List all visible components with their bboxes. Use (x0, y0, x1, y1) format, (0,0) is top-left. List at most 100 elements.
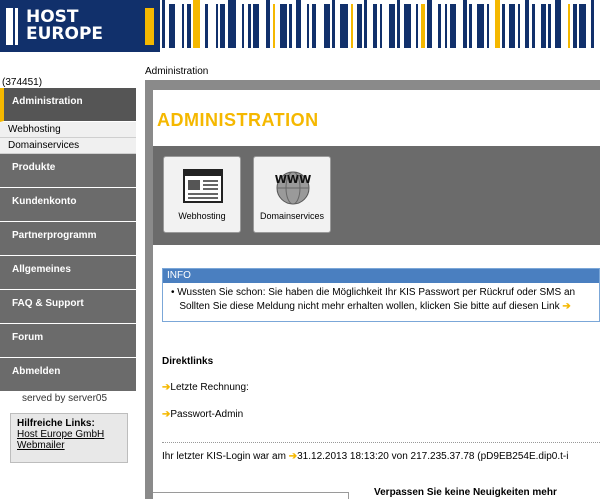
info-text-line2: Sollten Sie diese Meldung nicht mehr erh… (179, 301, 560, 312)
barcode-stripe (541, 4, 546, 48)
sidebar-nav: Administration Webhosting Domainservices… (0, 88, 136, 392)
served-by-text: served by server05 (22, 393, 108, 404)
barcode-stripe (340, 4, 348, 48)
user-id: (374451) (2, 77, 43, 88)
barcode-stripe (502, 4, 505, 48)
barcode-stripe (266, 0, 270, 48)
barcode-stripe (445, 4, 447, 48)
barcode-stripe (548, 4, 551, 48)
barcode-stripe (307, 4, 309, 48)
main-content: ADMINISTRATION Webhosting WWW Domainserv… (153, 90, 600, 499)
barcode-stripe (289, 4, 292, 48)
logo-stripe-thin (15, 8, 18, 45)
sidebar-item-partnerprogramm[interactable]: Partnerprogramm (0, 222, 136, 256)
barcode-stripe (351, 4, 353, 48)
host-europe-logo[interactable]: HOST EUROPE (0, 0, 160, 52)
barcode-stripe (220, 4, 225, 48)
barcode-stripe (397, 0, 400, 48)
main-content-frame: ADMINISTRATION Webhosting WWW Domainserv… (145, 80, 600, 499)
helpful-links-box: Hilfreiche Links: Host Europe GmbH Webma… (10, 413, 128, 463)
barcode-stripe (389, 4, 395, 48)
tile-webhosting[interactable]: Webhosting (163, 156, 241, 233)
last-login-info: Ihr letzter KIS-Login war am ➔31.12.2013… (162, 451, 568, 462)
barcode-stripe (193, 0, 200, 48)
barcode-stripe (518, 4, 520, 48)
barcode-stripe (477, 4, 484, 48)
sidebar-subitem-webhosting[interactable]: Webhosting (0, 122, 136, 138)
barcode-stripe (591, 0, 594, 48)
info-box: INFO • Wussten Sie schon: Sie haben die … (162, 268, 600, 322)
barcode-stripe (579, 4, 586, 48)
logo-stripe (6, 8, 13, 45)
barcode-stripe (487, 4, 489, 48)
sidebar-item-produkte[interactable]: Produkte (0, 154, 136, 188)
barcode-stripe (450, 4, 456, 48)
sidebar-item-allgemeines[interactable]: Allgemeines (0, 256, 136, 290)
info-text-line1: Wussten Sie schon: Sie haben die Möglich… (177, 287, 576, 298)
barcode-stripe (427, 0, 432, 48)
link-webmailer[interactable]: Webmailer (17, 440, 121, 451)
www-globe-icon: WWW (275, 171, 311, 205)
barcode-stripe (248, 4, 251, 48)
sidebar-item-forum[interactable]: Forum (0, 324, 136, 358)
arrow-right-icon: ➔ (288, 451, 298, 462)
page-title: ADMINISTRATION (157, 110, 319, 130)
direktlinks-title: Direktlinks (162, 356, 214, 367)
sidebar-item-abmelden[interactable]: Abmelden (0, 358, 136, 392)
barcode-stripe (404, 4, 411, 48)
logo-yellow-bar (145, 8, 154, 45)
barcode-stripe (380, 4, 382, 48)
arrow-right-icon[interactable]: ➔ (562, 301, 570, 312)
svg-text:WWW: WWW (275, 173, 311, 186)
sidebar-subitem-domainservices[interactable]: Domainservices (0, 138, 136, 154)
last-login-prefix: Ihr letzter KIS-Login war am (162, 451, 286, 462)
webhosting-icon (183, 169, 223, 203)
barcode-stripe (532, 4, 535, 48)
barcode-stripe (296, 0, 301, 48)
barcode-decoration (162, 0, 594, 48)
barcode-stripe (312, 4, 316, 48)
header-banner: HOST EUROPE (0, 0, 600, 52)
barcode-stripe (216, 4, 218, 48)
sidebar-item-administration[interactable]: Administration (0, 88, 136, 122)
barcode-stripe (495, 0, 500, 48)
barcode-stripe (525, 0, 529, 48)
breadcrumb[interactable]: Administration (145, 66, 208, 77)
sidebar-item-faq-support[interactable]: FAQ & Support (0, 290, 136, 324)
service-icon-panel: Webhosting WWW Domainservices (153, 146, 600, 245)
barcode-stripe (273, 4, 275, 48)
barcode-stripe (555, 0, 561, 48)
barcode-stripe (324, 4, 330, 48)
barcode-stripe (332, 0, 335, 48)
barcode-stripe (373, 4, 377, 48)
barcode-stripe (205, 4, 208, 48)
barcode-stripe (509, 4, 515, 48)
news-image-box (153, 492, 349, 499)
barcode-stripe (182, 4, 184, 48)
barcode-stripe (463, 0, 467, 48)
barcode-stripe (421, 4, 425, 48)
divider (162, 442, 600, 443)
barcode-stripe (568, 4, 570, 48)
barcode-stripe (438, 4, 441, 48)
barcode-stripe (187, 4, 191, 48)
barcode-stripe (280, 4, 287, 48)
tile-domainservices[interactable]: WWW Domainservices (253, 156, 331, 233)
barcode-stripe (253, 4, 259, 48)
link-letzte-rechnung[interactable]: ➔Letzte Rechnung: (162, 382, 249, 393)
barcode-stripe (364, 0, 367, 48)
barcode-stripe (573, 4, 577, 48)
barcode-stripe (416, 4, 418, 48)
info-heading: INFO (163, 269, 599, 283)
barcode-stripe (228, 0, 236, 48)
helpful-links-title: Hilfreiche Links: (17, 418, 95, 429)
news-title: Verpassen Sie keine Neuigkeiten mehr (374, 487, 557, 498)
barcode-stripe (242, 4, 244, 48)
barcode-stripe (162, 0, 165, 48)
sidebar-item-kundenkonto[interactable]: Kundenkonto (0, 188, 136, 222)
tile-label-domainservices: Domainservices (259, 211, 325, 221)
link-host-europe-gmbh[interactable]: Host Europe GmbH (17, 429, 121, 440)
link-passwort-admin[interactable]: ➔Passwort-Admin (162, 409, 243, 420)
logo-text-line2: EUROPE (26, 24, 104, 44)
last-login-value: 31.12.2013 18:13:20 von 217.235.37.78 (p… (297, 451, 569, 462)
